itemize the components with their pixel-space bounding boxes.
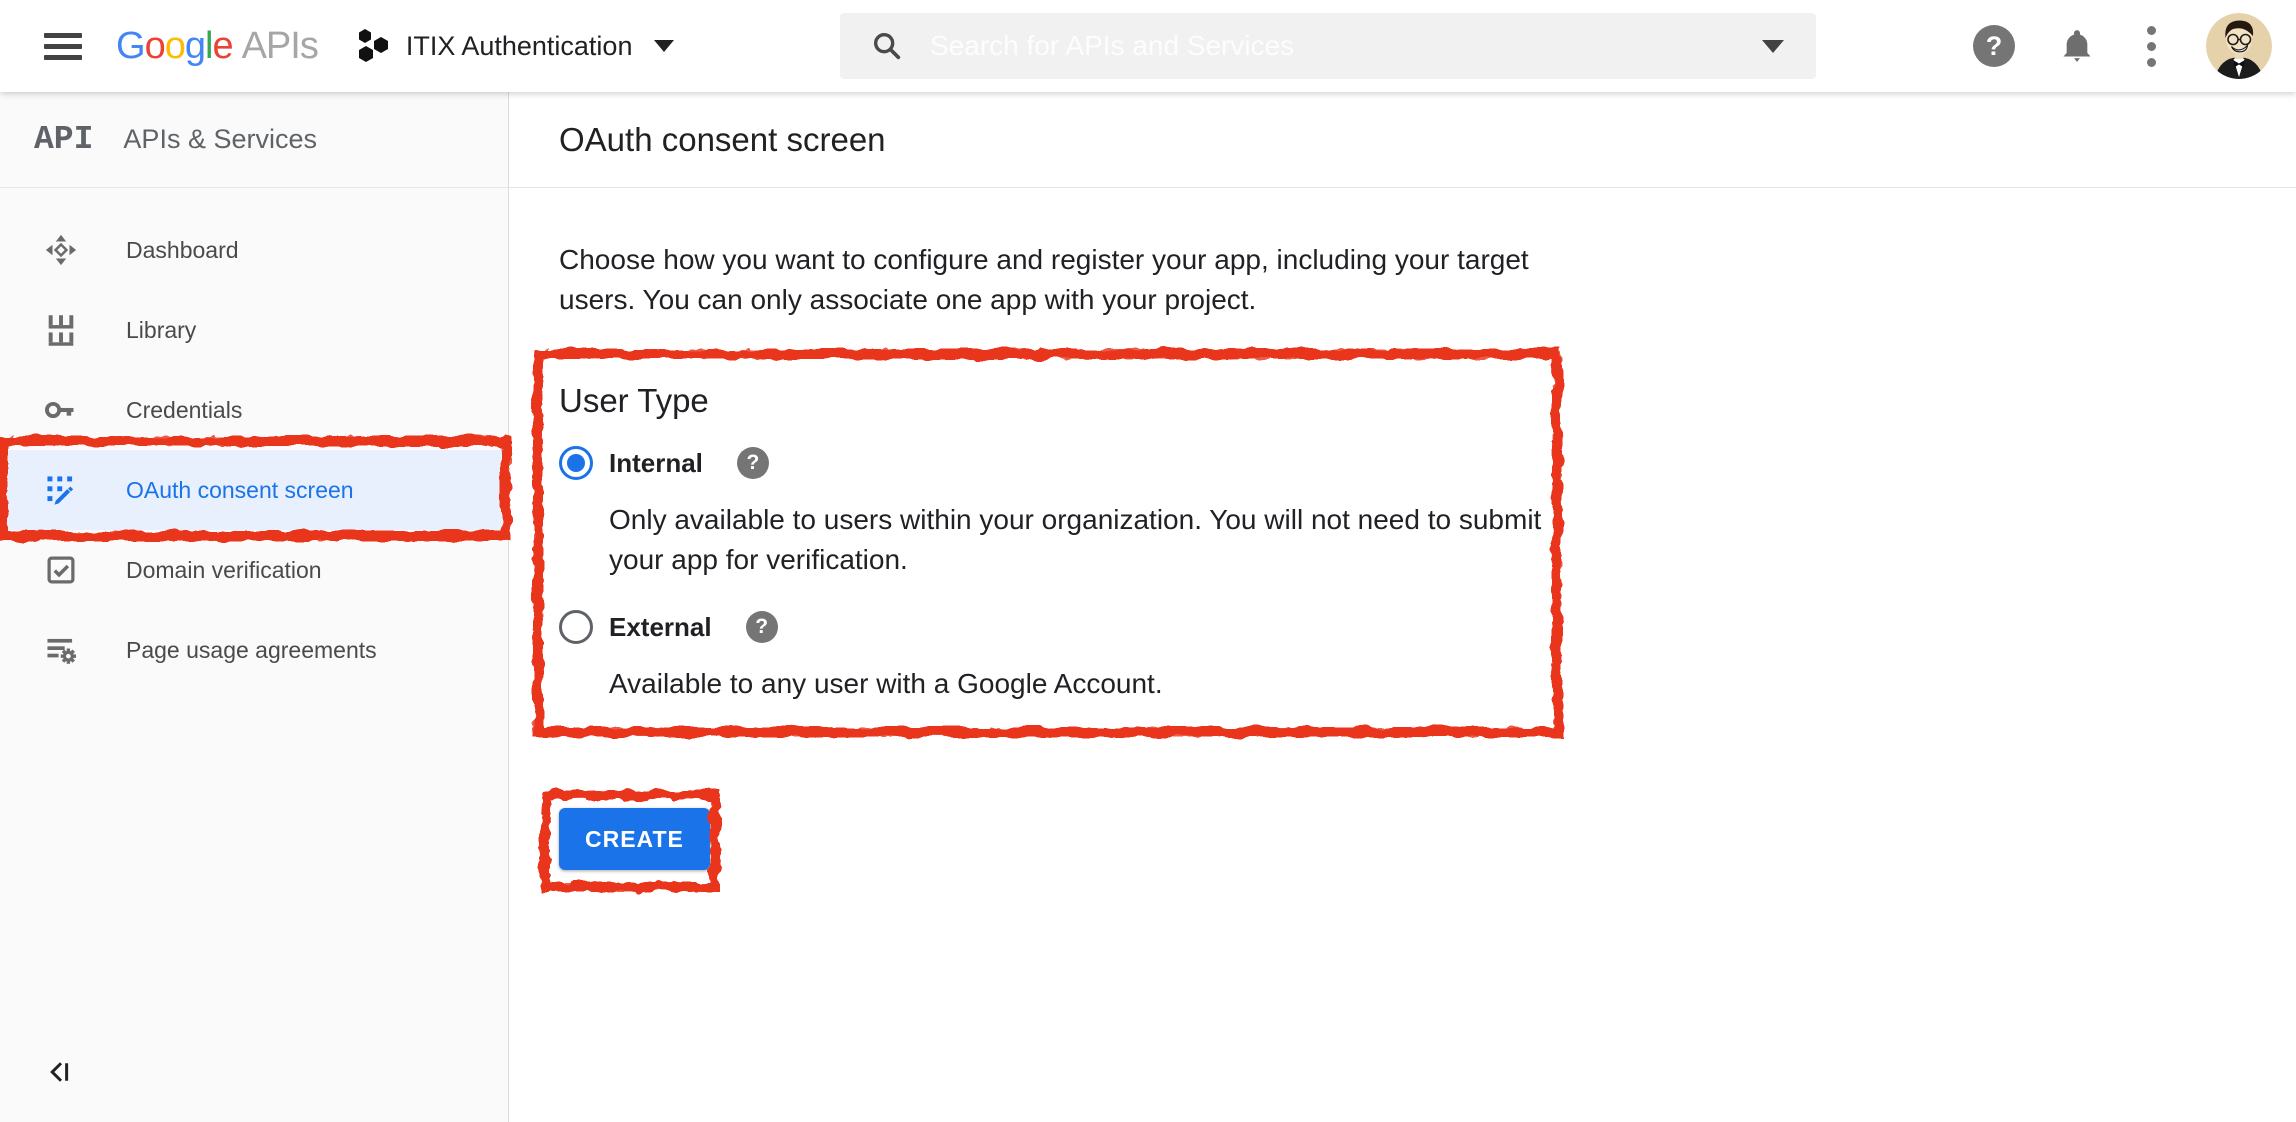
search-icon <box>870 29 904 63</box>
project-hexagons-icon <box>356 27 390 65</box>
search-bar[interactable] <box>840 13 1816 79</box>
hamburger-menu-icon[interactable] <box>44 27 82 66</box>
google-logo-word: Google <box>116 25 233 68</box>
internal-description: Only available to users within your orga… <box>609 500 1589 580</box>
sidebar-item-credentials[interactable]: Credentials <box>0 370 508 450</box>
help-icon[interactable]: ? <box>1973 25 2015 67</box>
user-avatar[interactable] <box>2206 13 2272 79</box>
sidebar-item-library[interactable]: Library <box>0 290 508 370</box>
avatar-cartoon-image <box>2206 13 2272 79</box>
create-button[interactable]: CREATE <box>559 808 710 870</box>
sidebar-item-page-usage-agreements[interactable]: Page usage agreements <box>0 610 508 690</box>
chevron-down-icon <box>654 40 674 52</box>
collapse-sidebar-icon <box>46 1057 76 1087</box>
project-selector[interactable]: ITIX Authentication <box>356 27 675 65</box>
sidebar-title: APIs & Services <box>123 124 317 155</box>
google-logo-apis: APIs <box>242 25 318 68</box>
notifications-button[interactable] <box>2057 25 2097 67</box>
oauth-consent-icon <box>42 474 80 506</box>
user-type-heading: User Type <box>559 382 2296 420</box>
sidebar: API APIs & Services Dashboard <box>0 92 509 1122</box>
sidebar-nav: Dashboard Library <box>0 188 508 690</box>
radio-external[interactable] <box>559 610 593 644</box>
sidebar-item-oauth-consent-screen[interactable]: OAuth consent screen <box>0 450 508 530</box>
library-icon <box>42 314 80 346</box>
external-description: Available to any user with a Google Acco… <box>609 664 1589 704</box>
project-name: ITIX Authentication <box>406 31 633 62</box>
sidebar-header: API APIs & Services <box>0 92 508 188</box>
api-logo: API <box>34 121 93 158</box>
radio-option-internal[interactable]: Internal ? <box>559 446 2296 480</box>
google-apis-logo[interactable]: Google APIs <box>116 25 318 68</box>
google-cloud-console: Google APIs ITIX Authentication ? <box>0 0 2296 1122</box>
main-content: OAuth consent screen Choose how you want… <box>509 92 2296 1122</box>
more-vertical-icon[interactable] <box>2139 26 2164 67</box>
user-type-section: User Type Internal ? Only available to u… <box>559 382 2296 704</box>
help-internal-icon[interactable]: ? <box>737 447 769 479</box>
search-input[interactable] <box>930 30 1762 62</box>
notifications-bell-icon <box>2057 25 2097 67</box>
radio-option-external[interactable]: External ? <box>559 610 2296 644</box>
collapse-sidebar-button[interactable] <box>46 1057 76 1092</box>
page-usage-agreements-icon <box>42 635 80 665</box>
sidebar-item-domain-verification[interactable]: Domain verification <box>0 530 508 610</box>
page-title: OAuth consent screen <box>559 121 886 159</box>
dashboard-icon <box>42 233 80 267</box>
top-app-bar: Google APIs ITIX Authentication ? <box>0 0 2296 92</box>
search-dropdown-chevron-icon[interactable] <box>1762 40 1784 53</box>
domain-verification-icon <box>42 555 80 585</box>
sidebar-item-dashboard[interactable]: Dashboard <box>0 210 508 290</box>
key-icon <box>42 398 80 422</box>
help-external-icon[interactable]: ? <box>746 611 778 643</box>
topbar-actions: ? <box>1973 0 2272 92</box>
intro-text: Choose how you want to configure and reg… <box>559 240 1559 320</box>
main-header: OAuth consent screen <box>509 92 2296 188</box>
radio-internal[interactable] <box>559 446 593 480</box>
